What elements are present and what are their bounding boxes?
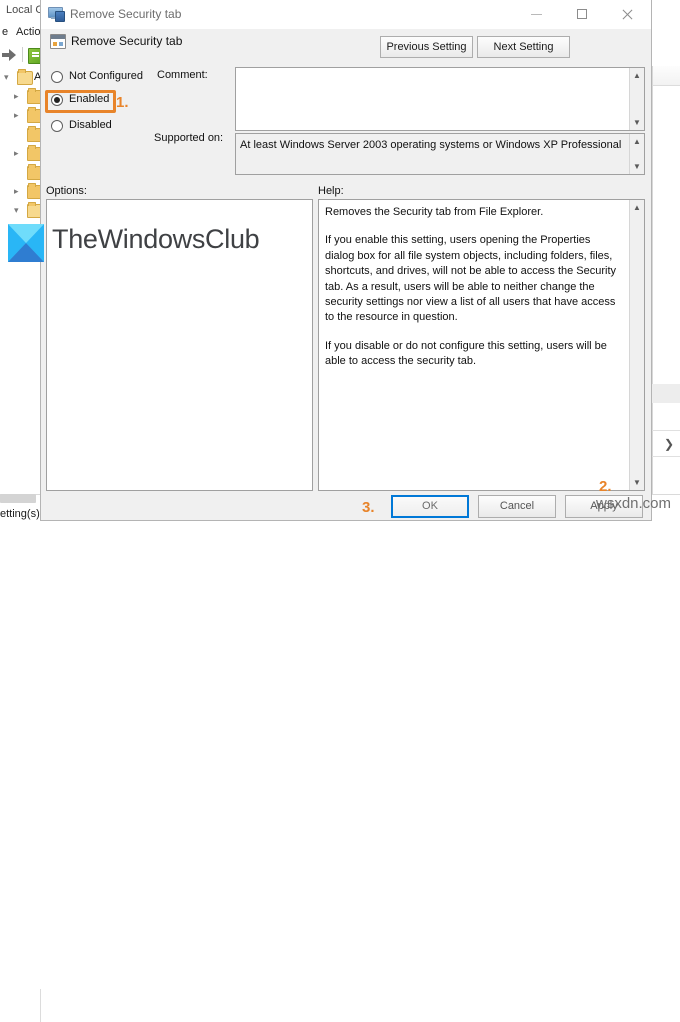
chevron-down-icon[interactable]: ▼: [630, 159, 644, 174]
radio-enabled-label: Enabled: [69, 93, 110, 105]
comment-input[interactable]: ▲ ▼: [235, 67, 645, 131]
chevron-up-icon[interactable]: ▲: [630, 200, 644, 215]
cancel-button[interactable]: Cancel: [478, 495, 556, 518]
annotation-step-3: 3.: [362, 499, 375, 516]
remove-security-tab-dialog: Remove Security tab Remove Security tab …: [40, 0, 652, 521]
help-paragraph: If you enable this setting, users openin…: [325, 234, 617, 324]
policy-list-selected-row[interactable]: [652, 384, 680, 403]
minimize-button[interactable]: [515, 0, 560, 28]
next-setting-button[interactable]: Next Setting: [477, 36, 570, 58]
apply-button[interactable]: Apply: [565, 495, 643, 518]
comment-label: Comment:: [157, 69, 208, 81]
radio-icon[interactable]: [51, 71, 63, 83]
ok-button[interactable]: OK: [391, 495, 469, 518]
toolbar-separator: [22, 47, 23, 62]
policy-tree[interactable]: ▾ A ▸ ▸ ▸ ▸ ▾: [0, 66, 45, 494]
minimize-icon: [531, 14, 542, 15]
chevron-down-icon[interactable]: ▾: [4, 72, 14, 82]
close-button[interactable]: [605, 0, 650, 28]
annotation-step-2: 2.: [599, 478, 612, 495]
supported-on-field: At least Windows Server 2003 operating s…: [235, 133, 645, 175]
horizontal-scrollbar[interactable]: [0, 494, 36, 503]
supported-on-scrollbar[interactable]: ▲ ▼: [629, 134, 644, 174]
status-setting-count: etting(s): [0, 508, 40, 520]
chevron-down-icon[interactable]: ▾: [14, 205, 24, 215]
setting-name: Remove Security tab: [71, 34, 183, 48]
help-label: Help:: [318, 185, 344, 197]
chevron-up-icon[interactable]: ▲: [630, 68, 644, 83]
chevron-down-icon[interactable]: ▼: [630, 115, 644, 130]
previous-setting-button[interactable]: Previous Setting: [380, 36, 473, 58]
policy-setting-icon: [48, 6, 65, 22]
menu-file[interactable]: e: [2, 26, 8, 38]
folder-open-icon: [17, 69, 33, 85]
dialog-titlebar[interactable]: Remove Security tab: [41, 0, 651, 29]
options-label: Options:: [46, 185, 87, 197]
comment-scrollbar[interactable]: ▲ ▼: [629, 68, 644, 130]
annotation-step-1: 1.: [116, 94, 129, 111]
right-arrow-icon[interactable]: [2, 49, 18, 61]
supported-on-label: Supported on:: [154, 132, 224, 144]
policy-document-icon: [50, 34, 66, 49]
chevron-right-icon[interactable]: ▸: [14, 148, 24, 158]
dialog-header: Remove Security tab Previous Setting Nex…: [41, 29, 651, 65]
dialog-title: Remove Security tab: [70, 7, 182, 21]
help-paragraph: Removes the Security tab from File Explo…: [325, 206, 544, 218]
help-panel[interactable]: Removes the Security tab from File Explo…: [318, 199, 645, 491]
help-scrollbar[interactable]: ▲ ▼: [629, 200, 644, 490]
policy-list-header[interactable]: [652, 66, 680, 86]
radio-not-configured-label: Not Configured: [69, 70, 143, 82]
radio-disabled-label: Disabled: [69, 119, 112, 131]
maximize-button[interactable]: [560, 0, 605, 28]
statusbar-divider: [40, 989, 41, 1022]
chevron-right-icon[interactable]: ▸: [14, 110, 24, 120]
help-paragraph: If you disable or do not configure this …: [325, 339, 607, 368]
chevron-down-icon[interactable]: ▼: [630, 475, 644, 490]
menu-action[interactable]: Actio: [16, 26, 40, 38]
supported-on-value: At least Windows Server 2003 operating s…: [240, 139, 622, 151]
chevron-right-icon[interactable]: ▸: [14, 186, 24, 196]
list-row-divider: [652, 456, 680, 457]
close-icon: [621, 9, 632, 20]
radio-icon[interactable]: [51, 94, 63, 106]
options-panel[interactable]: [46, 199, 313, 491]
help-text: Removes the Security tab from File Explo…: [325, 205, 621, 370]
chevron-up-icon[interactable]: ▲: [630, 134, 644, 149]
chevron-right-icon[interactable]: ▸: [14, 91, 24, 101]
maximize-icon: [577, 9, 587, 19]
radio-icon[interactable]: [51, 120, 63, 132]
chevron-right-icon[interactable]: ❯: [664, 437, 674, 451]
list-row-divider: [652, 430, 680, 431]
